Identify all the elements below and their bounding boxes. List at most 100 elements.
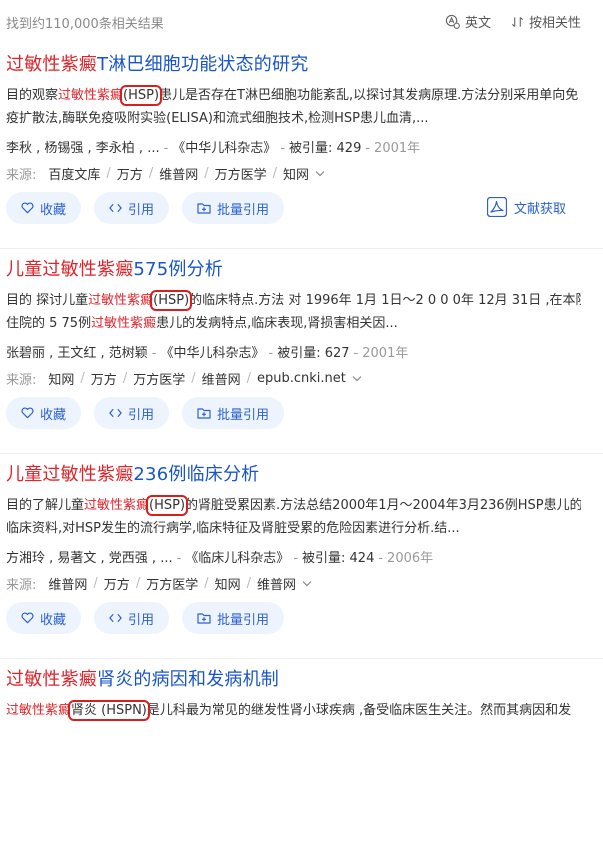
batch-cite-button[interactable]: 批量引用 [182, 397, 285, 429]
title-text: 575例分析 [133, 259, 223, 280]
fetch-document-button[interactable]: 文献获取 [486, 197, 566, 217]
result-title[interactable]: 儿童过敏性紫癜575例分析 [6, 255, 223, 281]
journal-link[interactable]: 《中华儿科杂志》 [161, 346, 265, 361]
journal-link[interactable]: 《临床儿科杂志》 [185, 551, 289, 566]
source-list: 来源: 百度文库 / 万方 / 维普网 / 万方医学 / 知网 [6, 164, 325, 183]
result-abstract: 目的了解儿童过敏性紫癜(HSP)的肾脏受累因素.方法总结2000年1月～2004… [6, 494, 581, 540]
source-link[interactable]: 维普网 [159, 164, 198, 183]
code-brackets-icon [109, 408, 122, 418]
result-meta: 张碧丽 , 王文红 , 范树颖 - 《中华儿科杂志》 - 被引量: 627-2001年 [6, 346, 409, 361]
source-link[interactable]: 维普网 [48, 574, 87, 593]
chevron-down-icon[interactable] [315, 170, 325, 177]
title-text: 肾炎的病因和发病机制 [97, 669, 279, 690]
favorite-button[interactable]: 收藏 [6, 397, 82, 429]
language-toggle[interactable]: 英文 [445, 12, 491, 31]
result-abstract: 目的 探讨儿童过敏性紫癜(HSP)的临床特点.方法 对 1996年 1月 1日～… [6, 289, 581, 335]
favorite-button[interactable]: 收藏 [6, 192, 82, 224]
toolbar-controls: 英文 按相关性 [445, 12, 581, 31]
title-highlight: 儿童过敏性紫癜 [6, 259, 134, 280]
sort-dropdown[interactable]: 按相关性 [511, 12, 581, 31]
result-meta: 李秋 , 杨锡强 , 李永柏 , ... - 《中华儿科杂志》 - 被引量: 429-2… [6, 141, 421, 156]
sort-icon [511, 16, 523, 27]
abstract-highlight: 过敏性紫癜 [88, 293, 154, 308]
publish-year: 2006年 [387, 551, 434, 566]
result-item: 儿童过敏性紫癜575例分析 目的 探讨儿童过敏性紫癜(HSP)的临床特点.方法 … [0, 249, 603, 454]
abstract-text: 患儿是否存在T淋巴细胞功能紊乱,以探讨其发病原理.方法分别采用单向免 [159, 88, 579, 103]
pdf-icon [486, 197, 507, 217]
abstract-text: 是儿科最为常见的继发性肾小球疾病 ,备受临床医生关注。然而其病因和发 [146, 703, 572, 718]
result-meta: 方湘玲 , 易著文 , 党西强 , ... - 《临床儿科杂志》 - 被引量: 424-… [6, 551, 434, 566]
result-title[interactable]: 儿童过敏性紫癜236例临床分析 [6, 460, 259, 486]
sort-label: 按相关性 [528, 16, 581, 31]
abstract-text: 的临床特点.方法 对 1996年 1月 1日～2 0 0 0年 12月 31日 … [189, 293, 581, 308]
authors: 方湘玲 , 易著文 , 党西强 , ... [6, 551, 173, 566]
favorite-button[interactable]: 收藏 [6, 602, 82, 634]
source-label: 来源: [6, 578, 37, 593]
abstract-text: 疫扩散法,酶联免疫吸附实验(ELISA)和流式细胞技术,检测HSP患儿血清,..… [6, 111, 429, 126]
source-link[interactable]: 知网 [215, 574, 241, 593]
title-highlight: 儿童过敏性紫癜 [6, 464, 134, 485]
batch-cite-label: 批量引用 [217, 202, 270, 218]
result-title[interactable]: 过敏性紫癜肾炎的病因和发病机制 [6, 665, 279, 691]
abstract-text: 住院的 5 75例 [6, 316, 92, 331]
folder-plus-icon [197, 613, 211, 624]
result-abstract: 目的观察过敏性紫癜(HSP)患儿是否存在T淋巴细胞功能紊乱,以探讨其发病原理.方… [6, 84, 581, 130]
abstract-line: 过敏性紫癜肾炎 (HSPN)是儿科最为常见的继发性肾小球疾病 ,备受临床医生关注… [6, 699, 581, 722]
abstract-text: 患儿的发病特点,临床表现,肾损害相关因... [156, 316, 398, 331]
abstract-text: 目的 探讨儿童 [6, 293, 89, 308]
code-brackets-icon [109, 203, 122, 213]
heart-icon [21, 612, 34, 624]
source-link[interactable]: 万方医学 [133, 369, 185, 388]
abstract-line: 目的 探讨儿童过敏性紫癜(HSP)的临床特点.方法 对 1996年 1月 1日～… [6, 289, 581, 312]
chevron-down-icon[interactable] [302, 580, 312, 587]
annotation-box: (HSP) [146, 495, 189, 516]
source-link[interactable]: epub.cnki.net [257, 371, 346, 386]
annotation-box: 肾炎 (HSPN) [68, 700, 150, 721]
abstract-highlight: 过敏性紫癜 [91, 316, 157, 331]
result-item: 过敏性紫癜肾炎的病因和发病机制 过敏性紫癜肾炎 (HSPN)是儿科最为常见的继发… [0, 659, 603, 863]
result-title[interactable]: 过敏性紫癜T淋巴细胞功能状态的研究 [6, 50, 308, 76]
source-link[interactable]: 知网 [283, 164, 309, 183]
batch-cite-button[interactable]: 批量引用 [182, 192, 285, 224]
cite-label: 引用 [128, 612, 155, 628]
action-bar: 收藏 引用 批量引用 [6, 397, 297, 429]
result-list: 过敏性紫癜T淋巴细胞功能状态的研究 目的观察过敏性紫癜(HSP)患儿是否存在T淋… [0, 44, 603, 863]
chevron-down-icon[interactable] [352, 375, 362, 382]
journal-link[interactable]: 《中华儿科杂志》 [172, 141, 276, 156]
annotation-box: (HSP) [150, 290, 193, 311]
source-link[interactable]: 知网 [48, 369, 74, 388]
heart-icon [21, 407, 34, 419]
source-link[interactable]: 万方 [104, 574, 130, 593]
cite-label: 引用 [128, 407, 155, 423]
source-link[interactable]: 万方医学 [146, 574, 198, 593]
favorite-label: 收藏 [40, 202, 67, 218]
result-count: 找到约110,000条相关结果 [6, 17, 164, 32]
source-link[interactable]: 万方医学 [215, 164, 267, 183]
translate-icon [445, 14, 460, 29]
source-link[interactable]: 百度文库 [48, 164, 100, 183]
abstract-line: 住院的 5 75例过敏性紫癜患儿的发病特点,临床表现,肾损害相关因... [6, 312, 581, 335]
citation-count: 被引量: 429 [289, 141, 362, 156]
result-abstract: 过敏性紫癜肾炎 (HSPN)是儿科最为常见的继发性肾小球疾病 ,备受临床医生关注… [6, 699, 581, 722]
source-link[interactable]: 万方 [91, 369, 117, 388]
fetch-label: 文献获取 [513, 201, 566, 217]
folder-plus-icon [197, 203, 211, 214]
language-label: 英文 [464, 16, 491, 31]
citation-count: 被引量: 424 [302, 551, 375, 566]
title-highlight: 过敏性紫癜 [6, 669, 97, 690]
batch-cite-button[interactable]: 批量引用 [182, 602, 285, 634]
cite-button[interactable]: 引用 [94, 602, 170, 634]
abstract-line: 疫扩散法,酶联免疫吸附实验(ELISA)和流式细胞技术,检测HSP患儿血清,..… [6, 107, 581, 130]
source-link[interactable]: 维普网 [202, 369, 241, 388]
cite-button[interactable]: 引用 [94, 397, 170, 429]
cite-label: 引用 [128, 202, 155, 218]
source-link[interactable]: 万方 [117, 164, 143, 183]
publish-year: 2001年 [362, 346, 409, 361]
abstract-text: 临床资料,对HSP发生的流行病学,临床特征及肾脏受累的危险因素进行分析.结... [6, 521, 460, 536]
source-link[interactable]: 维普网 [257, 574, 296, 593]
action-bar: 收藏 引用 批量引用 [6, 602, 297, 634]
cite-button[interactable]: 引用 [94, 192, 170, 224]
results-toolbar: 找到约110,000条相关结果 英文 按相关性 [0, 0, 603, 44]
batch-cite-label: 批量引用 [217, 612, 270, 628]
batch-cite-label: 批量引用 [217, 407, 270, 423]
